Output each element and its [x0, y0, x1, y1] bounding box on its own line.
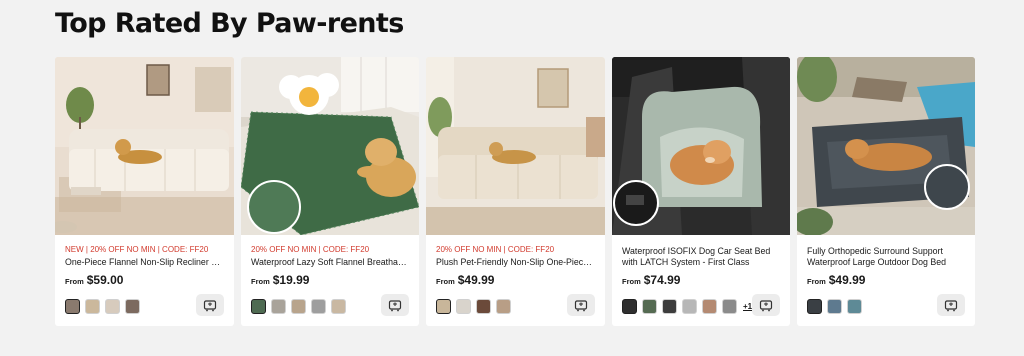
cart-icon: [203, 299, 217, 311]
product-name[interactable]: Waterproof ISOFIX Dog Car Seat Bed with …: [622, 246, 780, 268]
product-grid: NEW | 20% OFF NO MIN | CODE: FF20 One-Pi…: [55, 57, 975, 326]
more-colors-link[interactable]: +1: [743, 302, 752, 311]
color-swatches: [436, 299, 511, 314]
product-name[interactable]: Fully Orthopedic Surround Support Waterp…: [807, 246, 965, 268]
color-swatches: [251, 299, 346, 314]
color-swatches: [65, 299, 140, 314]
color-swatch[interactable]: [456, 299, 471, 314]
color-swatch[interactable]: [476, 299, 491, 314]
section-title: Top Rated By Paw-rents: [55, 8, 404, 39]
product-card[interactable]: 20% OFF NO MIN | CODE: FF20 Waterproof L…: [241, 57, 419, 326]
color-swatch[interactable]: [622, 299, 637, 314]
product-price: $49.99: [457, 273, 495, 287]
product-card[interactable]: 20% OFF NO MIN | CODE: FF20 Plush Pet-Fr…: [426, 57, 605, 326]
color-swatch[interactable]: [682, 299, 697, 314]
product-price: $74.99: [643, 273, 681, 287]
product-image[interactable]: [797, 57, 975, 235]
price-prefix: From: [251, 277, 270, 286]
product-image[interactable]: [241, 57, 419, 235]
color-swatch[interactable]: [827, 299, 842, 314]
cart-icon: [944, 299, 958, 311]
color-swatches: [807, 299, 862, 314]
promo-text: NEW | 20% OFF NO MIN | CODE: FF20: [65, 245, 209, 254]
price-prefix: From: [436, 277, 455, 286]
cart-icon: [388, 299, 402, 311]
product-card[interactable]: Waterproof ISOFIX Dog Car Seat Bed with …: [612, 57, 790, 326]
product-image[interactable]: [426, 57, 605, 235]
product-price: $19.99: [272, 273, 310, 287]
color-swatch[interactable]: [807, 299, 822, 314]
cart-icon: [574, 299, 588, 311]
color-swatch[interactable]: [662, 299, 677, 314]
color-swatch[interactable]: [642, 299, 657, 314]
color-swatch[interactable]: [847, 299, 862, 314]
product-price: $49.99: [828, 273, 866, 287]
product-image[interactable]: [55, 57, 234, 235]
color-swatch[interactable]: [105, 299, 120, 314]
add-to-cart-button[interactable]: [381, 294, 409, 316]
color-swatch[interactable]: [85, 299, 100, 314]
add-to-cart-button[interactable]: [196, 294, 224, 316]
cart-icon: [759, 299, 773, 311]
product-name[interactable]: Waterproof Lazy Soft Flannel Breathable …: [251, 257, 409, 268]
add-to-cart-button[interactable]: [752, 294, 780, 316]
color-swatch[interactable]: [271, 299, 286, 314]
product-name[interactable]: One-Piece Flannel Non-Slip Recliner Sofa…: [65, 257, 224, 268]
color-swatch[interactable]: [722, 299, 737, 314]
color-swatch[interactable]: [702, 299, 717, 314]
product-card[interactable]: NEW | 20% OFF NO MIN | CODE: FF20 One-Pi…: [55, 57, 234, 326]
color-swatch[interactable]: [496, 299, 511, 314]
color-swatch[interactable]: [291, 299, 306, 314]
product-price: $59.00: [86, 273, 124, 287]
promo-text: 20% OFF NO MIN | CODE: FF20: [436, 245, 555, 254]
color-swatch[interactable]: [331, 299, 346, 314]
color-swatch[interactable]: [125, 299, 140, 314]
color-swatch[interactable]: [65, 299, 80, 314]
add-to-cart-button[interactable]: [567, 294, 595, 316]
color-swatch[interactable]: [436, 299, 451, 314]
product-card[interactable]: Fully Orthopedic Surround Support Waterp…: [797, 57, 975, 326]
promo-text: 20% OFF NO MIN | CODE: FF20: [251, 245, 370, 254]
product-name[interactable]: Plush Pet-Friendly Non-Slip One-Piece So…: [436, 257, 595, 268]
price-prefix: From: [807, 277, 826, 286]
color-swatches: +1: [622, 299, 752, 314]
color-swatch[interactable]: [311, 299, 326, 314]
price-prefix: From: [65, 277, 84, 286]
color-swatch[interactable]: [251, 299, 266, 314]
product-image[interactable]: [612, 57, 790, 235]
add-to-cart-button[interactable]: [937, 294, 965, 316]
price-prefix: From: [622, 277, 641, 286]
